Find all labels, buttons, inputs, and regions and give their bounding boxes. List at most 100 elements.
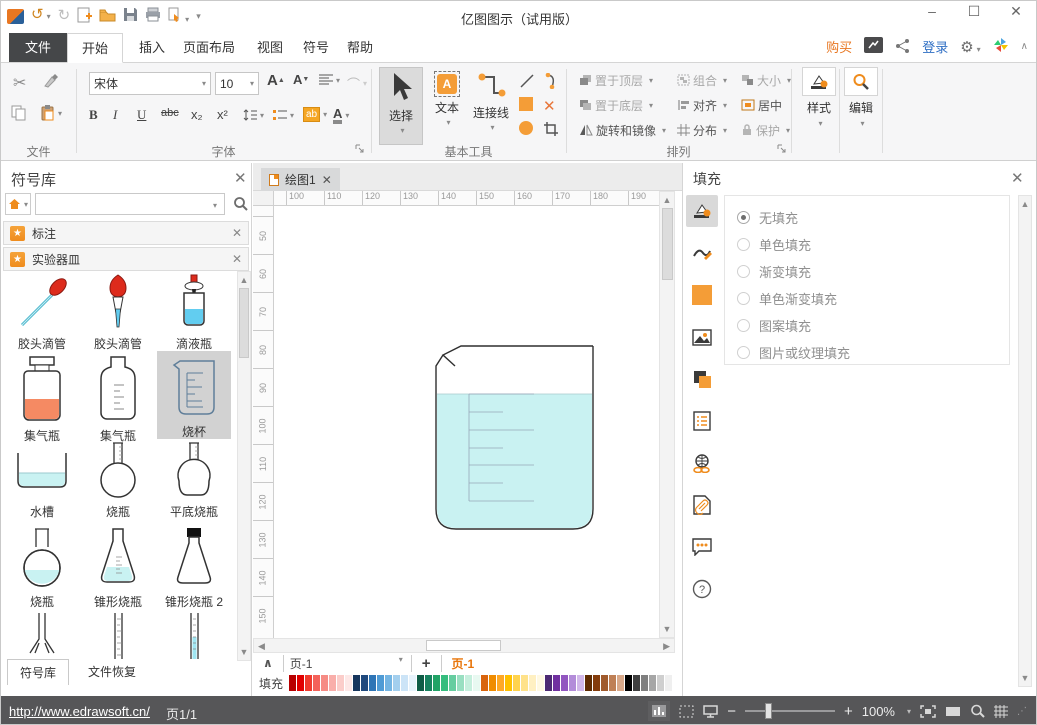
tab-help[interactable]: 帮助 xyxy=(333,33,387,63)
hyperlink-icon[interactable] xyxy=(686,447,718,479)
fill-tool-icon[interactable] xyxy=(686,195,718,227)
format-painter-button[interactable] xyxy=(43,73,59,89)
color-swatch[interactable] xyxy=(657,675,664,691)
color-swatch[interactable] xyxy=(601,675,608,691)
fill-option-single-gradient[interactable]: 单色渐变填充 xyxy=(737,289,837,308)
symbol-item[interactable] xyxy=(5,613,79,659)
fill-option-gradient[interactable]: 渐变填充 xyxy=(737,262,811,281)
scroll-up-icon[interactable]: ▲ xyxy=(660,195,674,205)
document-tab[interactable]: 绘图1 ✕ xyxy=(261,168,340,191)
attachment-icon[interactable] xyxy=(686,489,718,521)
tab-page-layout[interactable]: 页面布局 xyxy=(169,33,249,63)
font-family-select[interactable]: 宋体▾ xyxy=(89,72,211,95)
color-swatch[interactable] xyxy=(577,675,584,691)
canvas-h-scrollbar[interactable]: ◀ ▶ xyxy=(253,638,675,653)
share-box-icon[interactable] xyxy=(864,37,883,56)
symbol-item[interactable] xyxy=(81,613,155,659)
color-swatch[interactable] xyxy=(337,675,344,691)
symbol-search-input[interactable] xyxy=(35,193,225,215)
strikethrough-button[interactable]: abc xyxy=(161,107,179,119)
color-swatch[interactable] xyxy=(625,675,632,691)
text-highlight-button[interactable]: ab▾ xyxy=(303,107,327,122)
scroll-up-icon[interactable]: ▲ xyxy=(1019,199,1031,209)
search-icon[interactable] xyxy=(233,196,249,215)
color-swatch[interactable] xyxy=(609,675,616,691)
group-button[interactable]: 组合▾ xyxy=(677,71,727,89)
connector-tool-button[interactable]: 连接线▾ xyxy=(469,67,513,145)
fill-option-picture-texture[interactable]: 图片或纹理填充 xyxy=(737,343,850,362)
distribute-button[interactable]: 分布▾ xyxy=(677,121,727,139)
add-page-button[interactable]: + xyxy=(411,655,441,672)
size-button[interactable]: 大小▾ xyxy=(741,71,791,89)
ellipse-tool-button[interactable] xyxy=(519,121,533,135)
note-icon[interactable] xyxy=(686,405,718,437)
pen-cross-tool-button[interactable]: ✕ xyxy=(543,97,556,115)
chart-view-icon[interactable] xyxy=(648,701,670,721)
edit-button[interactable]: 编辑▾ xyxy=(841,67,881,128)
tab-file[interactable]: 文件 xyxy=(9,33,67,63)
arrange-dialog-launcher-icon[interactable] xyxy=(777,143,787,157)
cut-button[interactable]: ✂ xyxy=(13,73,26,93)
bring-to-front-button[interactable]: 置于顶层▾ xyxy=(579,71,653,89)
line-style-icon[interactable] xyxy=(686,237,718,269)
underline-button[interactable]: U xyxy=(137,107,146,123)
fill-option-solid[interactable]: 单色填充 xyxy=(737,235,811,254)
scroll-down-icon[interactable]: ▼ xyxy=(238,647,250,657)
selection-mode-icon[interactable] xyxy=(679,705,694,718)
symbol-item-selected[interactable]: 烧杯 xyxy=(157,351,231,439)
fill-option-none[interactable]: 无填充 xyxy=(737,208,798,227)
color-swatch[interactable] xyxy=(297,675,304,691)
buy-link[interactable]: 购买 xyxy=(826,37,852,56)
symbol-item[interactable]: 锥形烧瓶 xyxy=(81,527,155,610)
line-tool-button[interactable] xyxy=(519,73,535,89)
italic-button[interactable]: I xyxy=(113,107,117,123)
text-align-button[interactable]: ▾ xyxy=(319,74,340,86)
color-swatch[interactable] xyxy=(361,675,368,691)
fill-option-pattern[interactable]: 图案填充 xyxy=(737,316,811,335)
color-swatch[interactable] xyxy=(553,675,560,691)
color-swatch[interactable] xyxy=(377,675,384,691)
section-close-icon[interactable]: ✕ xyxy=(232,226,242,240)
symbol-scrollbar[interactable]: ▲ ▼ xyxy=(237,271,251,661)
align-button[interactable]: 对齐▾ xyxy=(677,96,727,114)
minimize-button[interactable]: – xyxy=(918,3,946,20)
symbol-item[interactable]: 水槽 xyxy=(5,441,79,520)
symbol-item[interactable]: 集气瓶 xyxy=(5,355,79,444)
radio-icon[interactable] xyxy=(737,238,750,251)
fill-panel-scrollbar[interactable]: ▲ ▼ xyxy=(1018,195,1032,687)
color-swatch[interactable] xyxy=(497,675,504,691)
symbol-item[interactable]: 烧瓶 xyxy=(81,441,155,520)
symbol-item[interactable]: 胶头滴管 xyxy=(5,273,79,352)
color-swatch[interactable] xyxy=(305,675,312,691)
color-swatch[interactable] xyxy=(585,675,592,691)
scroll-left-icon[interactable]: ◀ xyxy=(258,641,265,652)
color-swatch[interactable] xyxy=(289,675,296,691)
symbol-item[interactable]: 滴液瓶 xyxy=(157,273,231,352)
fill-panel-close-icon[interactable]: ✕ xyxy=(1011,171,1024,186)
color-swatch[interactable] xyxy=(545,675,552,691)
canvas-v-scrollbar[interactable]: ▲ ▼ xyxy=(659,191,675,638)
grid-toggle-icon[interactable] xyxy=(994,705,1008,718)
presentation-icon[interactable] xyxy=(703,705,718,718)
color-swatch[interactable] xyxy=(385,675,392,691)
active-page-tab[interactable]: 页-1 xyxy=(441,655,475,672)
close-button[interactable]: ✕ xyxy=(1002,3,1030,20)
collapse-pagebar-icon[interactable]: ∧ xyxy=(263,656,273,670)
symbol-item[interactable]: 胶头滴管 xyxy=(81,273,155,352)
radio-icon[interactable] xyxy=(737,292,750,305)
tab-symbol-library[interactable]: 符号库 xyxy=(7,659,69,685)
font-size-select[interactable]: 10▾ xyxy=(215,72,259,95)
color-swatch[interactable] xyxy=(489,675,496,691)
color-swatch[interactable] xyxy=(329,675,336,691)
copy-button[interactable] xyxy=(11,105,26,121)
arc-tool-button[interactable] xyxy=(543,73,559,89)
tab-home[interactable]: 开始 xyxy=(67,33,123,63)
search-dropdown-icon[interactable]: ▾ xyxy=(213,201,217,210)
superscript-button[interactable]: x² xyxy=(217,107,228,122)
color-swatch[interactable] xyxy=(393,675,400,691)
font-color-button[interactable]: A▾ xyxy=(333,107,349,124)
pinwheel-icon[interactable] xyxy=(993,37,1009,56)
library-home-button[interactable]: ▾ xyxy=(5,193,31,215)
color-swatch[interactable] xyxy=(665,675,672,691)
zoom-slider-thumb[interactable] xyxy=(765,703,772,719)
